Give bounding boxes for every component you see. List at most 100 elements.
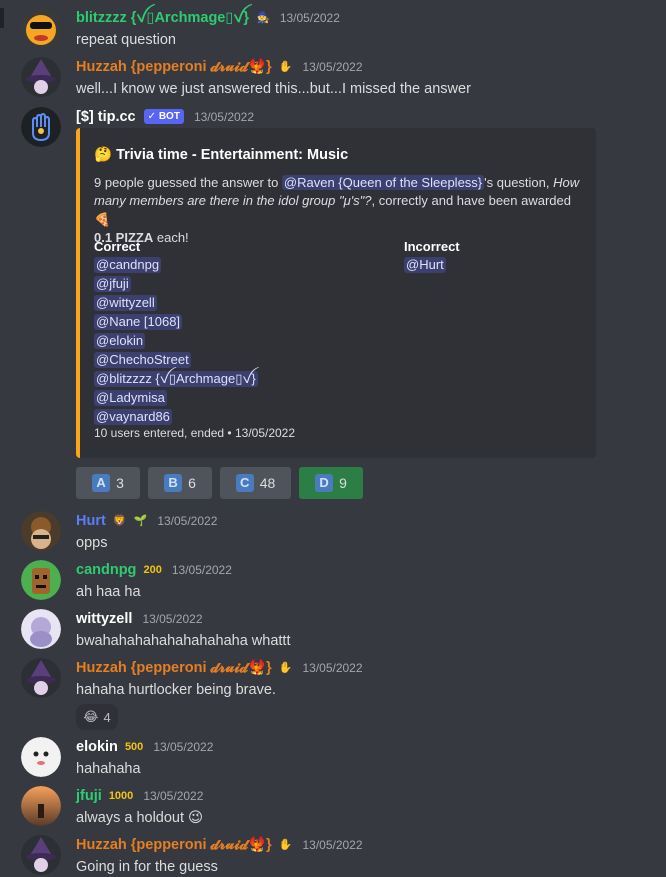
mention-user[interactable]: @elokin <box>94 333 146 349</box>
answer-count: 3 <box>116 475 124 491</box>
username[interactable]: Huzzah {pepperoni 𝓭𝓻𝓾𝓲𝓭🐦‍🔥} <box>76 59 272 75</box>
mention-user[interactable]: @jfuji <box>94 276 131 292</box>
pizza-coin-icon: 🍕 <box>94 211 111 227</box>
message-text: ah haa ha <box>76 584 141 600</box>
avatar[interactable] <box>21 560 61 600</box>
username[interactable]: [$] tip.cc <box>76 109 136 125</box>
avatar[interactable] <box>21 658 61 698</box>
avatar[interactable] <box>21 786 61 826</box>
avatar[interactable] <box>21 609 61 649</box>
username[interactable]: Huzzah {pepperoni 𝓭𝓻𝓾𝓲𝓭🐦‍🔥} <box>76 660 272 676</box>
correct-field: Correct @candnpg @jfuji @wittyzell @Nane… <box>94 238 258 427</box>
timestamp: 13/05/2022 <box>302 60 363 74</box>
lion-badge-icon: 🦁 <box>112 515 127 528</box>
trivia-embed: 🤔 Trivia time - Entertainment: Music 9 p… <box>76 128 596 458</box>
letter-d: D <box>315 474 334 492</box>
green-tiki-avatar-icon <box>21 560 61 600</box>
mention-user[interactable]: @vaynard86 <box>94 409 172 425</box>
answer-button-a[interactable]: A 3 <box>76 467 140 499</box>
embed-footer: 10 users entered, ended • 13/05/2022 <box>94 426 296 440</box>
mention-raven[interactable]: @Raven {Queen of the Sleepless} <box>281 175 485 190</box>
reaction-laughing[interactable]: 😂 4 <box>76 704 118 730</box>
incorrect-label: Incorrect <box>404 239 460 254</box>
username[interactable]: elokin <box>76 739 118 755</box>
avatar[interactable] <box>21 8 61 48</box>
message-text: hahaha hurtlocker being brave. <box>76 682 276 698</box>
message-text: always a holdout 😉 <box>76 808 203 828</box>
incorrect-field: Incorrect @Hurt <box>404 238 460 275</box>
hand-icon: ✋ <box>278 839 293 852</box>
timestamp: 13/05/2022 <box>302 838 363 852</box>
answer-button-c[interactable]: C 48 <box>220 467 291 499</box>
message-text: repeat question <box>76 32 176 48</box>
level-badge: 1000 <box>108 790 134 803</box>
embed-title: 🤔 Trivia time - Entertainment: Music <box>94 147 349 163</box>
timestamp: 13/05/2022 <box>193 110 255 124</box>
timestamp: 13/05/2022 <box>153 740 214 754</box>
reaction-count: 4 <box>103 709 111 725</box>
mention-user[interactable]: @Ladymisa <box>94 390 167 406</box>
archmage-icon: 🧙 <box>256 12 270 25</box>
mention-user[interactable]: @ChechoStreet <box>94 352 191 368</box>
embed-description: 9 people guessed the answer to @Raven {Q… <box>94 174 584 247</box>
winking-emoji-icon: 😉 <box>188 810 204 826</box>
laughing-emoji-icon: 😂 <box>83 709 99 724</box>
wizard-hat-avatar-icon <box>21 57 61 97</box>
message-text: bwahahahahahahahahaha whattt <box>76 633 291 649</box>
timestamp: 13/05/2022 <box>143 789 204 803</box>
timestamp: 13/05/2022 <box>157 514 218 528</box>
avatar[interactable] <box>21 57 61 97</box>
sprout-icon: 🌱 <box>133 515 148 528</box>
message-text: Going in for the guess <box>76 859 218 875</box>
level-badge: 200 <box>143 564 162 577</box>
hand-icon: ✋ <box>278 662 293 675</box>
letter-a: A <box>92 474 111 492</box>
letter-b: B <box>164 474 183 492</box>
username[interactable]: Hurt <box>76 513 106 529</box>
avatar[interactable] <box>21 835 61 875</box>
orange-cartoon-avatar-icon <box>21 8 61 48</box>
username[interactable]: wittyzell <box>76 611 132 627</box>
desc-text: 's question, <box>484 175 554 190</box>
desc-text: , correctly and have been awarded <box>371 193 571 208</box>
username[interactable]: blitzzzz {ꪜ▯Archmage▯ꪜ} <box>76 10 249 26</box>
level-badge: 500 <box>124 741 144 754</box>
avatar[interactable] <box>21 511 61 551</box>
mention-user[interactable]: @blitzzzz {ꪜ▯Archmage▯ꪜ} <box>94 371 258 387</box>
sunset-avatar-icon <box>21 786 61 826</box>
answer-count: 6 <box>188 475 196 491</box>
message-text: hahahaha <box>76 761 141 777</box>
timestamp: 13/05/2022 <box>302 661 363 675</box>
timestamp: 13/05/2022 <box>142 612 203 626</box>
timestamp: 13/05/2022 <box>171 563 232 577</box>
wizard-hat-avatar-icon <box>21 658 61 698</box>
mention-user[interactable]: @Nane [1068] <box>94 314 183 330</box>
divider <box>0 8 4 28</box>
ghost-avatar-icon <box>21 737 61 777</box>
mention-user[interactable]: @Hurt <box>404 257 446 273</box>
hand-icon: ✋ <box>278 61 293 74</box>
username[interactable]: jfuji <box>76 788 102 804</box>
message-text: well...I know we just answered this...bu… <box>76 81 471 97</box>
username[interactable]: candnpg <box>76 562 136 578</box>
answer-count: 48 <box>259 475 276 491</box>
avatar[interactable] <box>21 107 61 147</box>
message-text-body: always a holdout <box>76 810 185 826</box>
correct-label: Correct <box>94 239 141 254</box>
anime-girl-avatar-icon <box>21 609 61 649</box>
answer-count: 9 <box>339 475 347 491</box>
avatar[interactable] <box>21 737 61 777</box>
timestamp: 13/05/2022 <box>279 11 340 25</box>
answer-button-b[interactable]: B 6 <box>148 467 212 499</box>
username[interactable]: Huzzah {pepperoni 𝓭𝓻𝓾𝓲𝓭🐦‍🔥} <box>76 837 272 853</box>
mention-user[interactable]: @candnpg <box>94 257 162 273</box>
anime-avatar-icon <box>21 511 61 551</box>
desc-text: 9 people guessed the answer to <box>94 175 282 190</box>
mention-user[interactable]: @wittyzell <box>94 295 157 311</box>
wizard-hat-avatar-icon <box>21 835 61 875</box>
hand-logo-avatar-icon <box>21 107 61 147</box>
letter-c: C <box>235 474 254 492</box>
answer-button-d[interactable]: D 9 <box>299 467 363 499</box>
message-text: opps <box>76 535 108 551</box>
bot-badge: ✓ BOT <box>143 109 184 124</box>
